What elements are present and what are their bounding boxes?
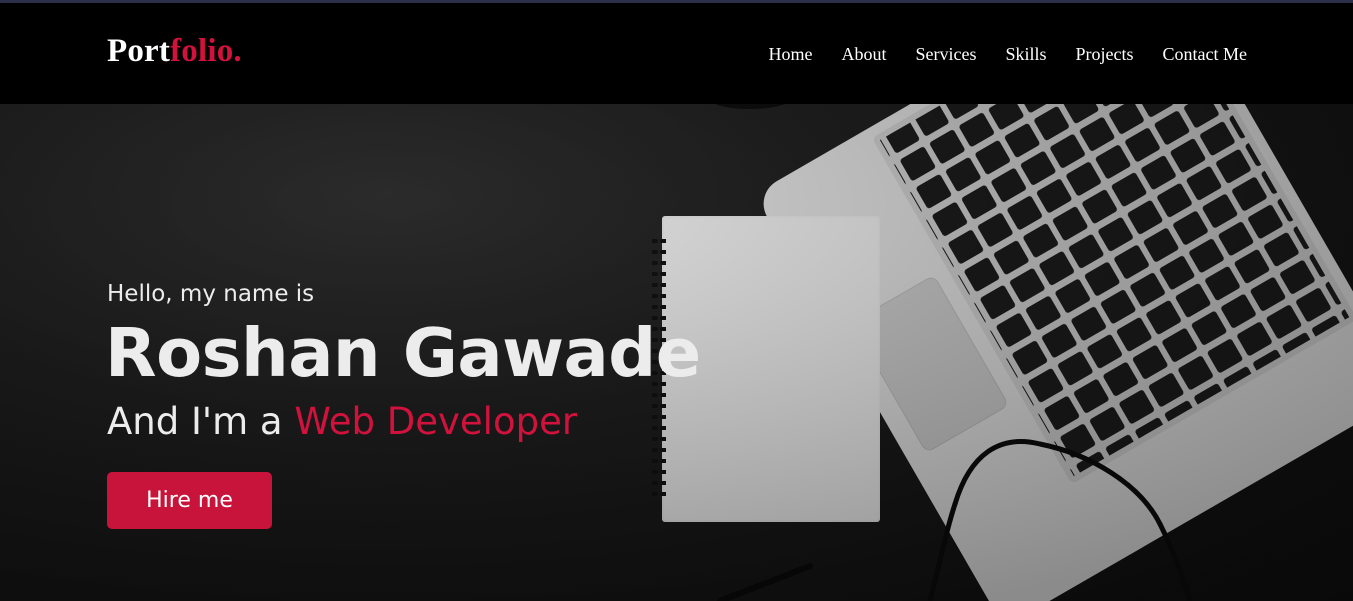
nav-link-home[interactable]: Home xyxy=(769,44,813,64)
logo-primary: Port xyxy=(107,33,171,69)
nav-link-services[interactable]: Services xyxy=(916,44,977,64)
nav-item-skills: Skills xyxy=(1005,44,1046,65)
nav-item-projects: Projects xyxy=(1076,44,1134,65)
nav-item-home: Home xyxy=(769,44,813,65)
nav-link-projects[interactable]: Projects xyxy=(1076,44,1134,64)
hire-me-button[interactable]: Hire me xyxy=(107,472,272,529)
hero-role: And I'm a Web Developer xyxy=(107,400,577,443)
navbar: Portfolio. Home About Services Skills Pr… xyxy=(0,3,1353,104)
nav-link-about[interactable]: About xyxy=(842,44,887,64)
nav-menu: Home About Services Skills Projects Cont… xyxy=(769,44,1248,65)
nav-link-skills[interactable]: Skills xyxy=(1005,44,1046,64)
logo[interactable]: Portfolio. xyxy=(107,33,242,70)
nav-item-about: About xyxy=(842,44,887,65)
hero-name: Roshan Gawade xyxy=(105,314,701,392)
hero-role-prefix: And I'm a xyxy=(107,400,295,443)
hero-greeting: Hello, my name is xyxy=(107,281,315,307)
hero-section: Hello, my name is Roshan Gawade And I'm … xyxy=(0,104,1353,601)
logo-accent: folio. xyxy=(170,33,242,69)
nav-link-contact[interactable]: Contact Me xyxy=(1163,44,1247,64)
nav-item-contact: Contact Me xyxy=(1163,44,1247,65)
nav-item-services: Services xyxy=(916,44,977,65)
hero-role-highlight: Web Developer xyxy=(294,400,578,443)
